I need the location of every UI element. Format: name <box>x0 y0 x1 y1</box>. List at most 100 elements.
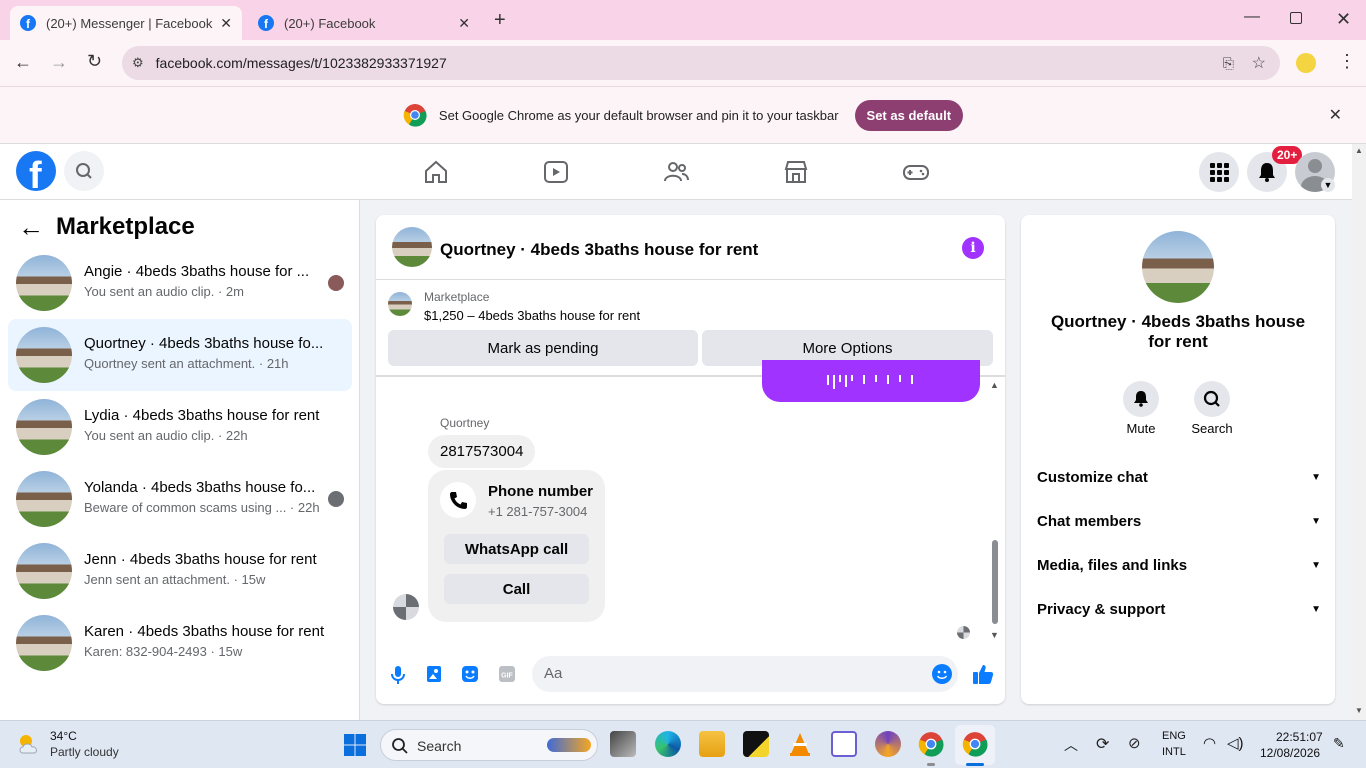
back-arrow-icon[interactable]: ← <box>18 212 44 243</box>
install-app-icon[interactable]: ⎘ <box>1223 55 1234 72</box>
video-icon[interactable] <box>542 158 570 186</box>
emoji-icon[interactable] <box>932 664 952 684</box>
listing-thumbnail <box>16 615 72 671</box>
sticky-notes-icon[interactable] <box>743 731 769 757</box>
menu-grid-icon[interactable] <box>1199 152 1239 192</box>
network-off-icon[interactable]: ⊘ <box>1128 734 1141 752</box>
mute-bell-icon <box>1134 391 1148 407</box>
photo-icon[interactable] <box>426 665 442 683</box>
edge-browser-icon[interactable] <box>655 731 681 757</box>
url-text[interactable]: facebook.com/messages/t/1023382933371927 <box>156 55 447 71</box>
microphone-icon[interactable] <box>390 665 406 685</box>
site-info-icon[interactable]: ⚙ <box>132 55 144 71</box>
tab-facebook[interactable]: f (20+) Facebook ✕ <box>248 6 480 40</box>
show-hidden-icons[interactable]: ︿ <box>1064 735 1078 755</box>
windows-start-icon[interactable] <box>343 733 367 757</box>
media-files-links-menu[interactable]: Media, files and links ▼ <box>1037 553 1321 577</box>
set-default-button[interactable]: Set as default <box>854 99 964 131</box>
reload-icon[interactable]: ↻ <box>87 51 102 72</box>
vpn-app-icon[interactable] <box>875 731 901 757</box>
menu-label: Chat members <box>1037 512 1142 530</box>
gaming-icon[interactable] <box>902 158 930 186</box>
chat-members-menu[interactable]: Chat members ▼ <box>1037 509 1321 533</box>
conversation-item[interactable]: Yolanda · 4beds 3baths house fo... Bewar… <box>8 463 352 535</box>
conversation-item[interactable]: Jenn · 4beds 3baths house for rent Jenn … <box>8 535 352 607</box>
facebook-favicon-icon: f <box>258 15 274 31</box>
language-bottom[interactable]: INTL <box>1162 746 1186 758</box>
wifi-icon[interactable]: ◠ <box>1203 734 1216 752</box>
message-input[interactable]: Aa <box>532 656 958 692</box>
close-tab-icon[interactable]: ✕ <box>458 15 470 32</box>
chrome-menu-icon[interactable]: ⋮ <box>1338 51 1356 72</box>
search-icon <box>1203 390 1220 407</box>
clock-date[interactable]: 12/08/2026 <box>1260 746 1320 760</box>
taskbar-search-box[interactable]: Search <box>380 729 598 761</box>
weather-partly-cloudy-icon[interactable] <box>14 729 44 759</box>
weather-temperature[interactable]: 34°C <box>50 729 77 743</box>
forward-icon[interactable]: → <box>50 52 68 73</box>
account-chevron-icon[interactable]: ▼ <box>1321 178 1335 192</box>
chrome-active-icon[interactable] <box>962 731 988 757</box>
clock-time[interactable]: 22:51:07 <box>1276 730 1323 744</box>
chat-scrollbar[interactable]: ▲ ▼ <box>989 380 1001 640</box>
page-scrollbar[interactable]: ▲ ▼ <box>1352 144 1366 720</box>
chat-title[interactable]: Quortney · 4beds 3baths house for rent <box>440 240 758 260</box>
conversation-snippet: Jenn sent an attachment. · 15w <box>84 572 266 587</box>
profile-avatar[interactable] <box>1142 231 1214 303</box>
whatsapp-call-button[interactable]: WhatsApp call <box>444 534 589 564</box>
volume-icon[interactable]: ◁) <box>1227 734 1244 752</box>
conversation-item[interactable]: Quortney · 4beds 3baths house fo... Quor… <box>8 319 352 391</box>
notification-center-icon[interactable]: ✎ <box>1333 735 1345 752</box>
language-top[interactable]: ENG <box>1162 730 1186 742</box>
conversation-name: Quortney · 4beds 3baths house fo... <box>84 335 324 352</box>
call-button[interactable]: Call <box>444 574 589 604</box>
sync-alert-icon[interactable]: ⟳ <box>1096 734 1109 754</box>
audio-message-bubble[interactable] <box>762 360 980 402</box>
search-icon[interactable] <box>64 151 104 191</box>
home-icon[interactable] <box>422 158 450 186</box>
conversation-item[interactable]: Angie · 4beds 3baths house for ... You s… <box>8 247 352 319</box>
weather-condition[interactable]: Partly cloudy <box>50 745 119 759</box>
file-explorer-icon[interactable] <box>699 731 725 757</box>
seen-avatar <box>328 491 344 507</box>
header-divider <box>376 279 1005 280</box>
conversation-snippet: You sent an audio clip. · 2m <box>84 284 244 299</box>
conversation-item[interactable]: Lydia · 4beds 3baths house for rent You … <box>8 391 352 463</box>
profile-extension-icon[interactable] <box>1296 53 1316 73</box>
bookmark-star-icon[interactable]: ☆ <box>1252 53 1266 73</box>
customize-chat-menu[interactable]: Customize chat ▼ <box>1037 465 1321 489</box>
listing-thumbnail <box>388 292 412 316</box>
new-tab-icon[interactable]: + <box>494 9 506 32</box>
listing-thumbnail <box>16 399 72 455</box>
chat-header-avatar[interactable] <box>392 227 432 267</box>
mute-button[interactable] <box>1123 381 1159 417</box>
address-bar[interactable]: ⚙ facebook.com/messages/t/10233829333719… <box>122 46 1280 80</box>
task-view-icon[interactable] <box>610 731 636 757</box>
like-thumb-icon[interactable] <box>972 663 994 685</box>
listing-source: Marketplace <box>424 290 490 304</box>
info-icon[interactable]: i <box>962 237 984 259</box>
conversation-item[interactable]: Karen · 4beds 3baths house for rent Kare… <box>8 607 352 679</box>
listing-text[interactable]: $1,250 – 4beds 3baths house for rent <box>424 308 640 323</box>
vlc-player-icon[interactable] <box>787 731 813 757</box>
minimize-icon[interactable]: — <box>1244 8 1260 26</box>
message-bubble[interactable]: 2817573004 <box>428 435 536 468</box>
privacy-support-menu[interactable]: Privacy & support ▼ <box>1037 597 1321 621</box>
chrome-profile-icon[interactable] <box>918 731 944 757</box>
back-icon[interactable]: ← <box>14 52 32 73</box>
marketplace-icon[interactable] <box>782 158 810 186</box>
search-conversation-button[interactable] <box>1194 381 1230 417</box>
gif-icon[interactable]: GIF <box>498 665 516 683</box>
close-window-icon[interactable]: ✕ <box>1336 9 1351 30</box>
tab-messenger[interactable]: f (20+) Messenger | Facebook ✕ <box>10 6 242 40</box>
maximize-icon[interactable] <box>1290 12 1302 24</box>
listing-thumbnail <box>16 327 72 383</box>
friends-icon[interactable] <box>662 158 690 186</box>
sticker-icon[interactable] <box>461 665 479 683</box>
snipping-tool-icon[interactable] <box>831 731 857 757</box>
facebook-logo-icon[interactable]: f <box>16 151 56 191</box>
mark-as-pending-button[interactable]: Mark as pending <box>388 330 698 366</box>
close-infobar-icon[interactable]: ✕ <box>1329 105 1342 125</box>
search-icon <box>392 738 408 754</box>
close-tab-icon[interactable]: ✕ <box>220 15 232 32</box>
